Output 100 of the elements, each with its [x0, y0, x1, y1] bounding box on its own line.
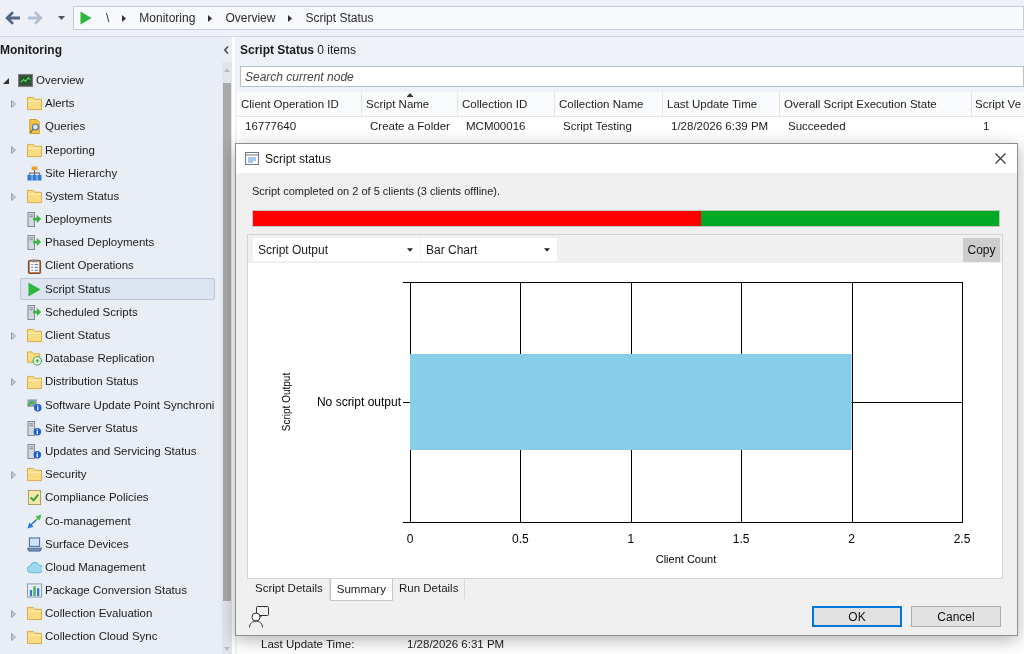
dialog-button[interactable]: OK [812, 606, 902, 627]
tree-item[interactable]: Updates and Servicing Status [20, 440, 215, 463]
folder-icon [27, 467, 42, 483]
axis-title: Script Output [281, 372, 292, 432]
tree-item[interactable]: Phased Deployments [20, 231, 215, 254]
tree-item[interactable]: Site Server Status [20, 417, 215, 440]
tick-label: 0.5 [512, 532, 529, 546]
breadcrumb-arrow-icon [288, 14, 293, 22]
tick-label: 1.5 [732, 532, 750, 546]
close-icon [994, 153, 1006, 164]
tick-label: 2 [848, 532, 855, 546]
caret-down-icon [57, 16, 65, 20]
tree-item[interactable]: Site Hierarchy [20, 162, 215, 185]
table-cell-text: 1/28/2026 6:39 PM [670, 118, 770, 134]
pane-title: Script Status 0 items [240, 41, 357, 59]
column-header[interactable]: Collection ID [458, 92, 555, 116]
dropdown[interactable]: Script Output [253, 238, 420, 261]
tree-item[interactable]: Database Replication [20, 347, 215, 370]
scrollbar-thumb[interactable] [223, 83, 231, 601]
dropdown[interactable]: Bar Chart [421, 238, 557, 261]
tree-item[interactable]: Distribution Status [20, 371, 215, 394]
caret-right-icon[interactable] [11, 609, 16, 618]
server-info-icon [27, 420, 42, 436]
caret-right-icon[interactable] [11, 146, 16, 155]
column-header[interactable]: Script Name [362, 92, 458, 116]
tab[interactable]: Script Details [249, 579, 330, 599]
server-arrow-icon [27, 212, 42, 228]
tree-item[interactable]: Cloud Management [20, 556, 215, 579]
table-cell-text: MCM00016 [465, 118, 527, 134]
caret-right-icon[interactable] [11, 99, 16, 108]
tick-label: 0 [406, 532, 414, 546]
breadcrumb-link[interactable]: Overview [225, 9, 276, 27]
info-badge-icon [27, 397, 42, 413]
magnifier-icon [27, 119, 42, 135]
caret-down-icon [544, 247, 550, 252]
tree-item[interactable]: Compliance Policies [20, 486, 215, 509]
tree-item[interactable]: Deployments [20, 208, 215, 231]
arrow-left-icon [5, 11, 21, 25]
tick-label: 1 [627, 532, 635, 546]
tab[interactable]: Run Details [392, 579, 466, 599]
caret-right-icon[interactable] [11, 378, 16, 387]
breadcrumb-link[interactable]: Script Status [305, 9, 374, 27]
copy-button[interactable]: Copy [963, 238, 1000, 262]
table-cell-text: Create a Folder [369, 118, 451, 134]
caret-right-icon[interactable] [11, 331, 16, 340]
dialog-button[interactable]: Cancel [911, 606, 1001, 627]
tree-item[interactable]: Alerts [20, 92, 215, 115]
folder-icon [27, 142, 42, 158]
tree-item[interactable]: Overview [17, 69, 89, 92]
column-header[interactable]: Client Operation ID [237, 92, 362, 116]
caret-right-icon[interactable] [11, 633, 16, 642]
window-icon [245, 152, 259, 165]
breadcrumb-link[interactable]: Monitoring [139, 9, 196, 27]
scrollbar[interactable] [222, 62, 232, 654]
caret-down-icon[interactable] [3, 77, 9, 84]
folder-icon [27, 96, 42, 112]
chevron-left-icon[interactable] [224, 45, 229, 54]
tree-item[interactable]: Software Update Point Synchroni [20, 394, 215, 417]
column-header[interactable]: Script Ve [972, 92, 1024, 116]
tree-item[interactable]: Co-management [20, 510, 215, 533]
monitor-icon [18, 73, 33, 89]
tree-item[interactable]: Security [20, 463, 215, 486]
tree-item[interactable]: Queries [20, 115, 215, 138]
sort-arrow-icon [406, 93, 413, 97]
tree-item[interactable]: Package Conversion Status [20, 579, 215, 602]
bar-chart-icon [27, 583, 42, 599]
scroll-down-icon[interactable] [224, 647, 230, 651]
breadcrumb-arrow-icon [122, 14, 127, 22]
play-icon [27, 281, 42, 297]
scroll-up-icon[interactable] [224, 68, 230, 72]
breadcrumb-link[interactable]: \ [106, 9, 110, 27]
person-chat-icon[interactable] [249, 606, 269, 628]
tab[interactable]: Summary [329, 579, 393, 601]
caret-right-icon[interactable] [11, 470, 16, 479]
tree-item[interactable]: Client Operations [20, 255, 215, 278]
server-arrow-icon [27, 304, 42, 320]
tree-item[interactable]: Scheduled Scripts [20, 301, 215, 324]
table-cell-text: 1 [982, 118, 991, 134]
tree-item[interactable]: Collection Evaluation [20, 602, 215, 625]
folder-icon [27, 374, 42, 390]
arrows-icon [27, 513, 42, 529]
table-cell-text: Succeeded [787, 118, 847, 134]
column-header[interactable]: Last Update Time [663, 92, 780, 116]
tree-item[interactable]: System Status [20, 185, 215, 208]
tree-item[interactable]: Script Status [20, 278, 215, 301]
search-field[interactable]: Search current node [240, 66, 1024, 87]
hierarchy-icon [27, 165, 42, 181]
folder-icon [27, 328, 42, 344]
caret-down-icon [407, 247, 413, 252]
tree-item[interactable]: Surface Devices [20, 533, 215, 556]
tree-item[interactable]: Reporting [20, 139, 215, 162]
table-cell-text: Script Testing [562, 118, 633, 134]
detail-value: 1/28/2026 6:31 PM [407, 637, 505, 653]
column-header[interactable]: Overall Script Execution State [780, 92, 972, 116]
caret-right-icon[interactable] [11, 192, 16, 201]
column-header[interactable]: Collection Name [555, 92, 663, 116]
tree-item[interactable]: Client Status [20, 324, 215, 347]
tree-item[interactable]: Collection Cloud Sync [20, 626, 215, 649]
tick-label: 2.5 [953, 532, 971, 546]
server-arrow-icon [27, 235, 42, 251]
